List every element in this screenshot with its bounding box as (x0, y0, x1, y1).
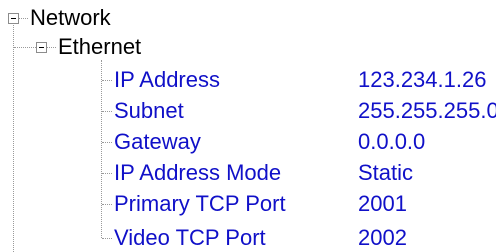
tree-connector (102, 111, 112, 112)
property-name: Video TCP Port (114, 225, 266, 250)
tree-connector (14, 47, 36, 48)
collapse-icon[interactable] (8, 13, 19, 24)
property-name: IP Address Mode (114, 160, 282, 185)
tree-connector (102, 238, 112, 239)
property-value: Static (358, 160, 414, 185)
tree-connector (19, 18, 28, 19)
property-name: IP Address (114, 67, 220, 92)
property-value: 0.0.0.0 (358, 129, 426, 154)
tree-node-label: Network (30, 5, 111, 30)
property-value: 2002 (358, 225, 407, 250)
tree-connector (102, 142, 112, 143)
property-name: Subnet (114, 98, 184, 123)
collapse-icon[interactable] (36, 42, 47, 53)
tree-connector (13, 25, 14, 252)
property-name: Primary TCP Port (114, 191, 286, 216)
property-name: Gateway (114, 129, 201, 154)
property-value: 255.255.255.0 (358, 98, 496, 123)
tree-node-label: Ethernet (58, 34, 142, 59)
tree-connector (102, 204, 112, 205)
tree-connector (47, 47, 56, 48)
property-value: 2001 (358, 191, 407, 216)
tree-connector (102, 80, 112, 81)
tree-connector (101, 60, 102, 238)
tree-connector (102, 173, 112, 174)
property-value: 123.234.1.26 (358, 67, 487, 92)
